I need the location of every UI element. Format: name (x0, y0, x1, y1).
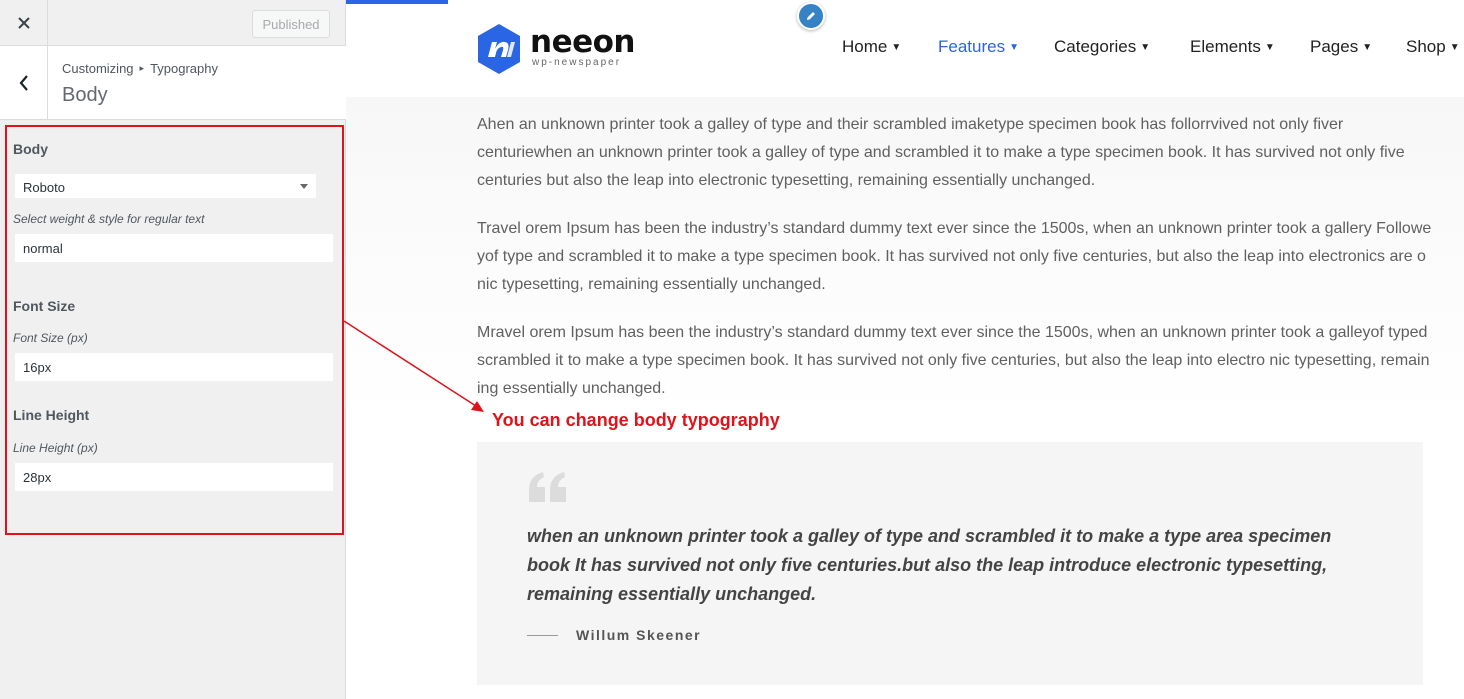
breadcrumb: Customizing ▸ Typography (62, 61, 218, 76)
customizer-sidebar: Published Customizing ▸ Typography Body … (0, 0, 346, 699)
chevron-down-icon: ▼ (1449, 42, 1460, 53)
chevron-down-icon: ▼ (891, 42, 902, 53)
font-family-value: Roboto (23, 180, 65, 195)
body-typography-controls: Body Roboto Select weight & style for re… (5, 125, 344, 535)
nav-label: Shop (1406, 37, 1446, 56)
breadcrumb-separator-icon: ▸ (139, 63, 145, 73)
nav-item-home[interactable]: Home ▼ (842, 37, 901, 57)
blockquote: when an unknown printer took a galley of… (477, 442, 1423, 685)
breadcrumb-parent: Typography (150, 61, 218, 76)
nav-label: Elements (1190, 37, 1261, 56)
chevron-left-icon (19, 75, 28, 91)
body-paragraph: Travel orem Ipsum has been the industry’… (477, 220, 1432, 293)
quote-author: Willum Skeener (576, 627, 702, 643)
nav-item-shop[interactable]: Shop ▼ (1406, 37, 1460, 57)
chevron-down-icon: ▼ (1362, 42, 1373, 53)
quote-divider (527, 635, 558, 636)
section-title: Body (62, 84, 108, 106)
nav-label: Categories (1054, 37, 1137, 56)
nav-item-categories[interactable]: Categories ▼ (1054, 37, 1150, 57)
font-weight-field[interactable]: normal (14, 233, 334, 263)
body-paragraph: Mravel orem Ipsum has been the industry’… (477, 324, 1430, 397)
loading-bar (346, 0, 448, 4)
nav-label: Home (842, 37, 888, 56)
weight-description: Select weight & style for regular text (13, 212, 205, 226)
nav-item-elements[interactable]: Elements ▼ (1190, 37, 1275, 57)
main-navigation: Home ▼ Features ▼ Categories ▼ Elements ▼ Pa… (346, 37, 1464, 59)
breadcrumb-root: Customizing (62, 61, 134, 76)
line-height-description: Line Height (px) (13, 441, 98, 455)
section-header: Customizing ▸ Typography Body (0, 46, 346, 120)
body-paragraph: Ahen an unknown printer took a galley of… (477, 116, 1405, 189)
chevron-down-icon: ▼ (1009, 42, 1019, 53)
font-size-heading: Font Size (13, 298, 76, 314)
chevron-down-icon: ▼ (1264, 42, 1275, 53)
close-icon (17, 17, 30, 29)
line-height-field[interactable]: 28px (14, 462, 334, 492)
body-heading: Body (13, 141, 48, 157)
chevron-down-icon: ▼ (1140, 42, 1151, 53)
font-size-description: Font Size (px) (13, 331, 88, 345)
font-size-field[interactable]: 16px (14, 352, 334, 382)
annotation-text: You can change body typography (492, 410, 780, 430)
nav-label: Pages (1310, 37, 1359, 56)
nav-item-features[interactable]: Features ▼ (938, 37, 1019, 57)
font-family-select[interactable]: Roboto (14, 173, 317, 199)
close-customizer-button[interactable] (0, 0, 48, 46)
site-preview: neeon wp-newspaper Home ▼ Features ▼ Categ… (346, 0, 1464, 699)
nav-label: Features (938, 37, 1006, 56)
quote-text: when an unknown printer took a galley of… (527, 526, 1332, 604)
site-header: neeon wp-newspaper Home ▼ Features ▼ Categ… (346, 0, 1464, 97)
back-button[interactable] (0, 46, 48, 120)
nav-item-pages[interactable]: Pages ▼ (1310, 37, 1372, 57)
published-button[interactable]: Published (252, 10, 330, 38)
edit-shortcut-button[interactable] (797, 2, 825, 30)
quote-icon (529, 472, 566, 502)
line-height-heading: Line Height (13, 407, 90, 423)
customizer-topbar: Published (0, 0, 346, 46)
pencil-icon (807, 12, 815, 20)
dropdown-caret-icon (300, 184, 308, 189)
